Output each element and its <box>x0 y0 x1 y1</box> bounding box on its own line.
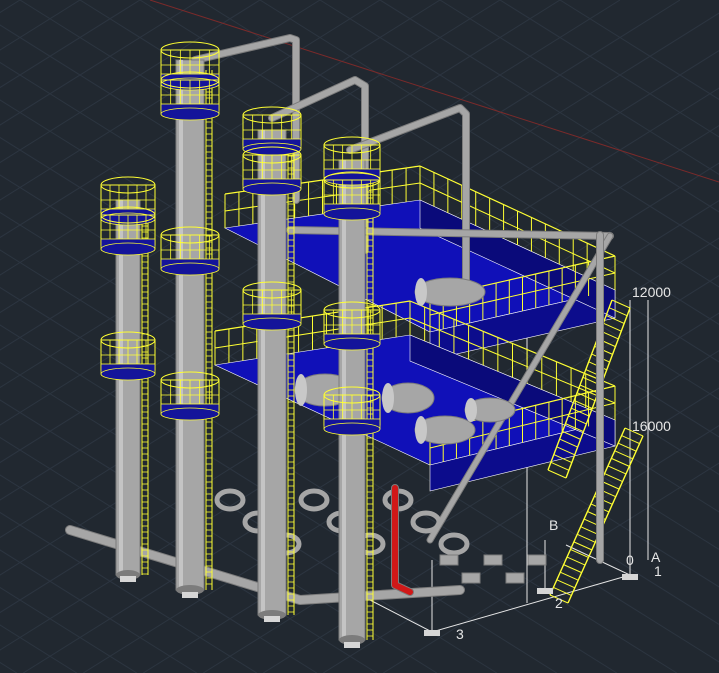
grid-label-2: 2 <box>555 595 563 611</box>
grid-label-3: 3 <box>456 626 464 642</box>
elevation-label-lower: 16000 <box>632 418 671 434</box>
drum-mid-4 <box>464 397 516 423</box>
cad-3d-viewport[interactable]: 12000 16000 B 0 A 1 2 3 <box>0 0 719 673</box>
plant-model-scene[interactable] <box>0 0 719 673</box>
x-axis-line <box>149 0 719 183</box>
grid-label-a: A <box>651 549 661 565</box>
drum-upper <box>414 277 486 307</box>
column-1 <box>100 176 156 580</box>
elevation-label-upper: 12000 <box>632 284 671 300</box>
grid-label-b: B <box>549 517 559 533</box>
grid-label-1: 1 <box>654 563 662 579</box>
grid-label-0: 0 <box>626 552 634 568</box>
drum-mid-3 <box>414 415 476 445</box>
drum-mid-2 <box>381 382 435 414</box>
